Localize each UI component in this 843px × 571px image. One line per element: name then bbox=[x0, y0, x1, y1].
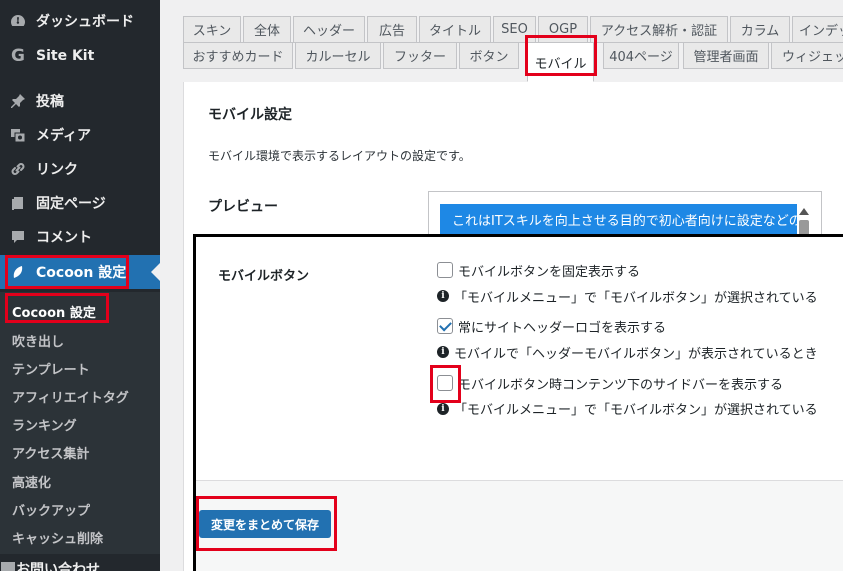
preview-banner-text: これはITスキルを向上させる目的で初心者向けに設定などの bbox=[440, 204, 797, 234]
tab-recommended-cards[interactable]: おすすめカード bbox=[183, 42, 293, 69]
menu-media[interactable]: メディア bbox=[0, 118, 160, 152]
tab-analytics-auth[interactable]: アクセス解析・認証 bbox=[590, 16, 728, 43]
menu-label: メディア bbox=[36, 128, 92, 144]
tab-mobile[interactable]: モバイル bbox=[527, 42, 594, 82]
preview-label: プレビュー bbox=[208, 199, 278, 215]
tab-index[interactable]: インデックス bbox=[792, 16, 843, 43]
tab-widget[interactable]: ウィジェット bbox=[771, 42, 843, 69]
menu-label: 固定ページ bbox=[36, 196, 106, 212]
option-label[interactable]: モバイルボタン時コンテンツ下のサイドバーを表示する bbox=[458, 374, 783, 393]
submenu-backup[interactable]: バックアップ bbox=[12, 500, 90, 519]
option-note: 「モバイルメニュー」で「モバイルボタン」が選択されている bbox=[454, 291, 818, 306]
option-note: 「モバイルメニュー」で「モバイルボタン」が選択されている bbox=[454, 403, 818, 418]
tab-admin-screen[interactable]: 管理者画面 bbox=[683, 42, 769, 69]
submenu-access-stats[interactable]: アクセス集計 bbox=[12, 443, 89, 462]
info-icon: i bbox=[437, 346, 449, 358]
tab-seo[interactable]: SEO bbox=[493, 16, 536, 43]
scroll-up-arrow-icon[interactable] bbox=[799, 208, 809, 215]
submenu-cocoon-settings[interactable]: Cocoon 設定 bbox=[12, 302, 96, 321]
comment-icon bbox=[0, 229, 36, 245]
tab-title[interactable]: タイトル bbox=[419, 16, 491, 43]
section-title: モバイル設定 bbox=[208, 107, 292, 123]
mobile-button-label: モバイルボタン bbox=[218, 269, 310, 284]
menu-dashboard[interactable]: ダッシュボード bbox=[0, 4, 160, 38]
save-all-button[interactable]: 変更をまとめて保存 bbox=[199, 510, 331, 538]
link-icon bbox=[0, 161, 36, 177]
submenu-affiliate-tag[interactable]: アフィリエイトタグ bbox=[12, 387, 129, 406]
tab-skin[interactable]: スキン bbox=[183, 16, 241, 43]
tab-header[interactable]: ヘッダー bbox=[293, 16, 365, 43]
current-menu-arrow bbox=[151, 263, 160, 281]
menu-label: 投稿 bbox=[36, 94, 64, 110]
show-sidebar-below-content-checkbox[interactable] bbox=[437, 375, 453, 391]
option-label[interactable]: 常にサイトヘッダーロゴを表示する bbox=[458, 317, 666, 336]
tab-column[interactable]: カラム bbox=[730, 16, 790, 43]
menu-label: Cocoon 設定 bbox=[36, 265, 127, 281]
menu-pages[interactable]: 固定ページ bbox=[0, 186, 160, 220]
menu-site-kit[interactable]: G Site Kit bbox=[0, 39, 160, 73]
google-g-icon: G bbox=[11, 46, 25, 66]
menu-posts[interactable]: 投稿 bbox=[0, 84, 160, 118]
fixed-mobile-button-checkbox[interactable] bbox=[437, 262, 453, 278]
menu-label: コメント bbox=[36, 230, 92, 246]
option-note: モバイルで「ヘッダーモバイルボタン」が表示されているとき bbox=[454, 347, 818, 362]
tab-carousel[interactable]: カルーセル bbox=[295, 42, 381, 69]
admin-sidebar: ダッシュボード G Site Kit 投稿 メディア リンク 固定ページ コメン… bbox=[0, 0, 160, 571]
info-icon: i bbox=[437, 290, 449, 302]
page-icon bbox=[0, 195, 36, 211]
cocoon-leaf-icon bbox=[0, 264, 36, 280]
mail-icon bbox=[0, 559, 16, 571]
tab-footer[interactable]: フッター bbox=[383, 42, 457, 69]
submenu-cache-clear[interactable]: キャッシュ削除 bbox=[12, 528, 103, 547]
submenu-speech-bubble[interactable]: 吹き出し bbox=[12, 331, 64, 350]
media-icon bbox=[0, 127, 36, 143]
menu-links[interactable]: リンク bbox=[0, 152, 160, 186]
tab-button[interactable]: ボタン bbox=[459, 42, 519, 69]
submenu-template[interactable]: テンプレート bbox=[12, 359, 90, 378]
submenu-ranking[interactable]: ランキング bbox=[12, 415, 77, 434]
menu-contact[interactable]: お問い合わせ bbox=[0, 554, 160, 571]
menu-label: リンク bbox=[36, 162, 78, 178]
dashboard-icon bbox=[0, 13, 36, 29]
section-description: モバイル環境で表示するレイアウトの設定です。 bbox=[208, 149, 471, 163]
menu-cocoon-settings[interactable]: Cocoon 設定 bbox=[0, 255, 160, 289]
tab-404-page[interactable]: 404ページ bbox=[603, 42, 679, 69]
info-icon: i bbox=[437, 403, 449, 415]
tab-all[interactable]: 全体 bbox=[243, 16, 291, 43]
tab-ogp[interactable]: OGP bbox=[538, 16, 588, 43]
tab-ads[interactable]: 広告 bbox=[367, 16, 417, 43]
pin-icon bbox=[0, 93, 36, 109]
show-header-logo-checkbox[interactable] bbox=[437, 318, 453, 334]
menu-label: Site Kit bbox=[36, 48, 95, 64]
cocoon-submenu: Cocoon 設定 吹き出し テンプレート アフィリエイトタグ ランキング アク… bbox=[0, 292, 160, 554]
menu-label: ダッシュボード bbox=[36, 14, 134, 30]
option-label[interactable]: モバイルボタンを固定表示する bbox=[458, 261, 640, 280]
menu-label: お問い合わせ bbox=[16, 562, 100, 571]
menu-comments[interactable]: コメント bbox=[0, 220, 160, 254]
submenu-speed-up[interactable]: 高速化 bbox=[12, 472, 51, 491]
